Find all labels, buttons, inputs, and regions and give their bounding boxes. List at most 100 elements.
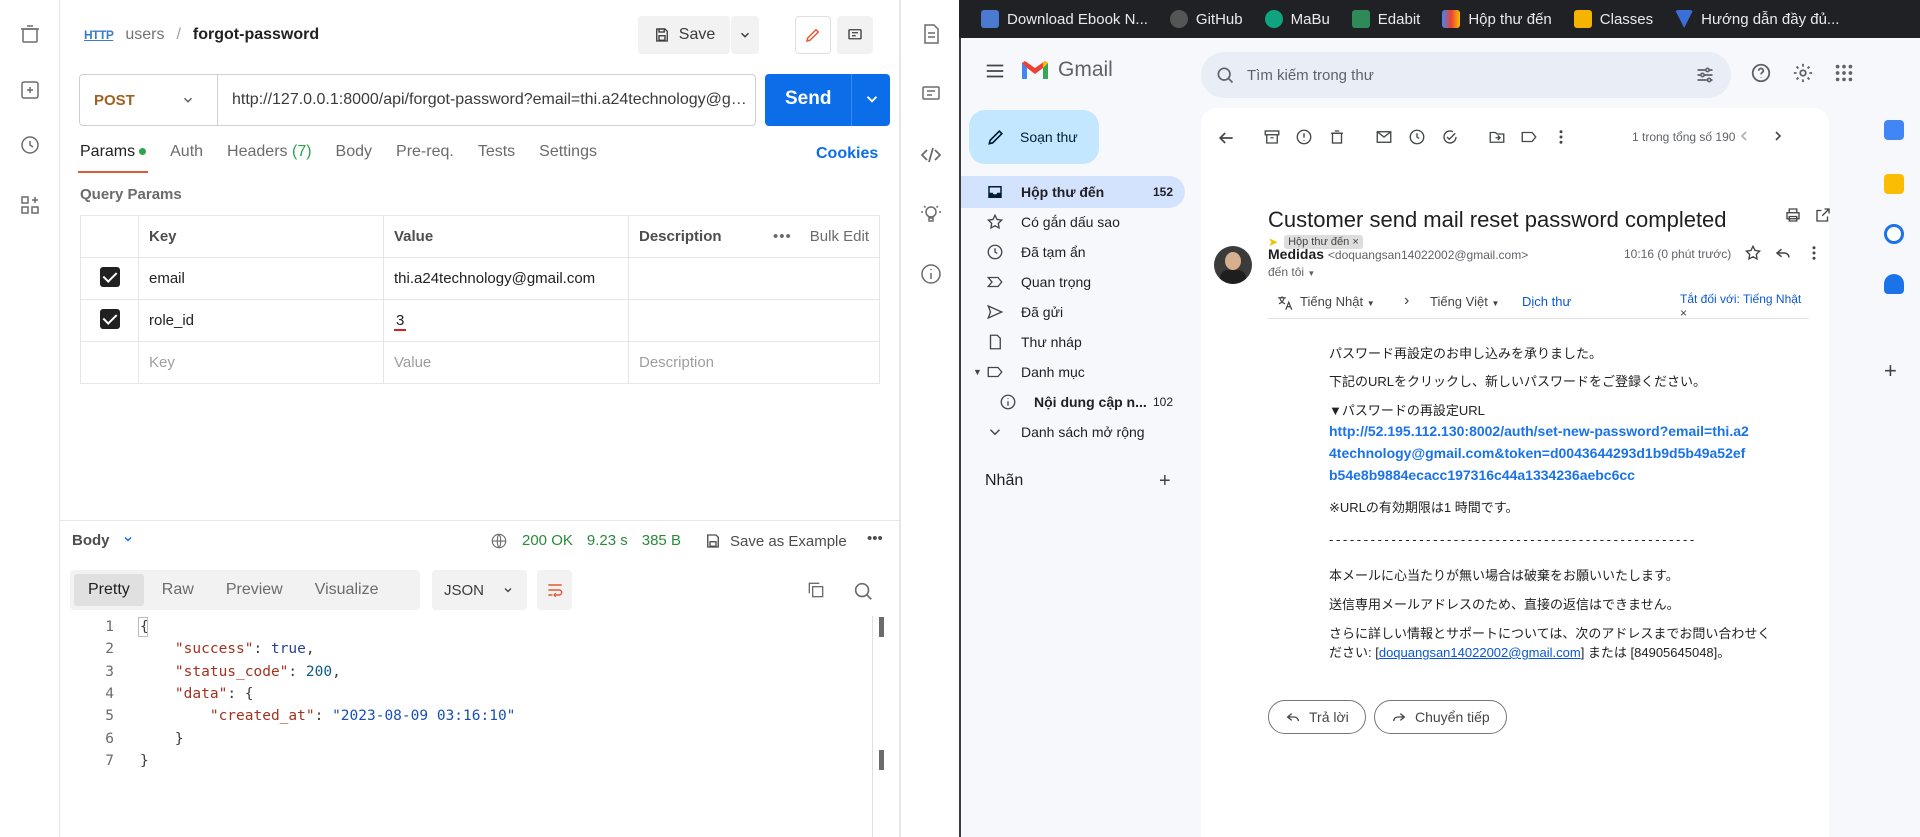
- reset-url-link[interactable]: b54e8b9884ecacc197316c44a1334236aebc6cc: [1329, 464, 1635, 486]
- snooze-icon[interactable]: [1408, 128, 1426, 146]
- chevron-down-icon[interactable]: [863, 88, 881, 110]
- environment-icon[interactable]: [18, 78, 42, 102]
- more-options-icon[interactable]: •••: [773, 228, 792, 245]
- documentation-icon[interactable]: [919, 22, 943, 46]
- reset-url-link[interactable]: http://52.195.112.130:8002/auth/set-new-…: [1329, 420, 1749, 442]
- avatar[interactable]: [1214, 246, 1252, 284]
- bookmark-item[interactable]: Edabit: [1351, 10, 1420, 28]
- bulk-edit-button[interactable]: Bulk Edit: [810, 228, 869, 245]
- translate-message-link[interactable]: Dịch thư: [1522, 294, 1571, 309]
- add-label-icon[interactable]: +: [1159, 470, 1171, 493]
- request-name[interactable]: forgot-password: [193, 26, 319, 44]
- scrollbar-thumb[interactable]: [879, 617, 884, 637]
- cookies-link[interactable]: Cookies: [816, 145, 878, 163]
- contacts-icon[interactable]: [1884, 274, 1904, 294]
- report-spam-icon[interactable]: [1295, 128, 1313, 146]
- tab-pre-request[interactable]: Pre-req.: [396, 143, 454, 161]
- nav-item-snoozed[interactable]: Đã tạm ẩn: [959, 236, 1185, 268]
- add-addon-icon[interactable]: +: [1884, 358, 1897, 384]
- nav-item-sent[interactable]: Đã gửi: [959, 296, 1185, 328]
- help-icon[interactable]: [1750, 62, 1772, 84]
- param-key[interactable]: role_id: [138, 299, 384, 342]
- contact-email-link[interactable]: doquangsan14022002@gmail.com: [1379, 645, 1581, 660]
- nav-item-starred[interactable]: Có gắn dấu sao: [959, 206, 1185, 238]
- nav-item-drafts[interactable]: Thư nháp: [959, 326, 1185, 358]
- search-options-icon[interactable]: [1695, 65, 1715, 85]
- format-select[interactable]: JSON: [432, 570, 527, 610]
- compose-button[interactable]: Soạn thư: [969, 110, 1099, 164]
- comment-icon[interactable]: [919, 82, 943, 106]
- bookmark-item[interactable]: MaBu: [1264, 10, 1330, 28]
- more-vertical-icon[interactable]: [1805, 244, 1823, 262]
- tasks-icon[interactable]: [1884, 224, 1904, 244]
- source-language-select[interactable]: Tiếng Nhật ▼: [1300, 294, 1375, 309]
- response-time[interactable]: 9.23 s: [587, 532, 628, 550]
- bookmark-item[interactable]: Hộp thư đến: [1442, 10, 1552, 28]
- mark-unread-icon[interactable]: [1375, 128, 1393, 146]
- wrap-lines-button[interactable]: [537, 570, 572, 610]
- method-select[interactable]: POST: [80, 75, 218, 125]
- search-bar[interactable]: Tìm kiếm trong thư: [1201, 52, 1731, 98]
- chevron-left-icon[interactable]: [1736, 128, 1752, 144]
- recipient-dropdown[interactable]: đến tôi ▼: [1268, 265, 1315, 279]
- trash-icon[interactable]: [18, 22, 42, 46]
- new-value-input[interactable]: Value: [383, 341, 629, 384]
- save-dropdown-button[interactable]: [731, 16, 759, 54]
- search-icon[interactable]: [852, 580, 874, 602]
- tab-body[interactable]: Body: [336, 143, 372, 161]
- view-tab-preview[interactable]: Preview: [212, 574, 297, 606]
- view-tab-visualize[interactable]: Visualize: [301, 574, 393, 606]
- nav-item-more[interactable]: Danh sách mở rộng: [959, 416, 1185, 448]
- save-as-example-button[interactable]: Save as Example: [704, 532, 847, 550]
- keep-icon[interactable]: [1884, 174, 1904, 194]
- menu-icon[interactable]: [984, 60, 1006, 82]
- url-input[interactable]: http://127.0.0.1:8000/api/forgot-passwor…: [218, 91, 748, 109]
- chevron-right-icon[interactable]: [1770, 128, 1786, 144]
- apps-icon[interactable]: [18, 193, 42, 217]
- param-key[interactable]: email: [138, 257, 384, 300]
- row-checkbox[interactable]: [99, 308, 120, 329]
- open-new-window-icon[interactable]: [1814, 206, 1832, 224]
- gear-icon[interactable]: [1792, 62, 1814, 84]
- scrollbar-thumb[interactable]: [879, 750, 884, 770]
- apps-grid-icon[interactable]: [1833, 62, 1855, 84]
- globe-icon[interactable]: [490, 532, 508, 550]
- archive-icon[interactable]: [1263, 128, 1281, 146]
- param-description[interactable]: [628, 257, 880, 300]
- comments-button[interactable]: [837, 16, 873, 54]
- add-task-icon[interactable]: [1441, 128, 1459, 146]
- edit-button[interactable]: [795, 16, 831, 54]
- breadcrumb-collection[interactable]: users: [125, 26, 164, 44]
- new-key-input[interactable]: Key: [138, 341, 384, 384]
- bookmark-item[interactable]: Classes: [1573, 10, 1653, 28]
- more-vertical-icon[interactable]: [1552, 128, 1570, 146]
- lightbulb-icon[interactable]: [919, 202, 943, 226]
- back-arrow-icon[interactable]: [1216, 128, 1236, 148]
- bookmark-item[interactable]: GitHub: [1169, 10, 1243, 28]
- caret-down-icon[interactable]: ▼: [973, 367, 982, 377]
- tab-tests[interactable]: Tests: [478, 143, 515, 161]
- bookmark-item[interactable]: Download Ebook N...: [981, 10, 1148, 28]
- nav-item-important[interactable]: Quan trọng: [959, 266, 1185, 298]
- response-body-dropdown[interactable]: Body: [72, 532, 134, 549]
- calendar-icon[interactable]: [1884, 120, 1904, 140]
- param-description[interactable]: [628, 299, 880, 342]
- forward-button[interactable]: Chuyển tiếp: [1374, 700, 1507, 734]
- search-icon[interactable]: [1215, 65, 1235, 85]
- row-checkbox[interactable]: [99, 266, 120, 287]
- status-code[interactable]: 200 OK: [522, 532, 573, 550]
- print-icon[interactable]: [1784, 206, 1802, 224]
- param-value-cell[interactable]: 3: [383, 299, 629, 342]
- nav-item-inbox[interactable]: Hộp thư đến 152: [959, 176, 1185, 208]
- response-size[interactable]: 385 B: [642, 532, 681, 550]
- label-icon[interactable]: [1520, 128, 1538, 146]
- turn-off-translation-link[interactable]: Tắt đối với: Tiếng Nhật ×: [1680, 292, 1809, 320]
- search-input[interactable]: Tìm kiếm trong thư: [1247, 67, 1374, 84]
- pane-divider[interactable]: [60, 520, 900, 521]
- nav-item-categories[interactable]: ▼ Danh mục: [959, 356, 1185, 388]
- reply-icon[interactable]: [1774, 244, 1792, 262]
- view-tab-raw[interactable]: Raw: [148, 574, 208, 606]
- move-to-icon[interactable]: [1488, 128, 1506, 146]
- gmail-logo[interactable]: Gmail: [1020, 58, 1113, 82]
- send-button[interactable]: Send: [765, 74, 890, 126]
